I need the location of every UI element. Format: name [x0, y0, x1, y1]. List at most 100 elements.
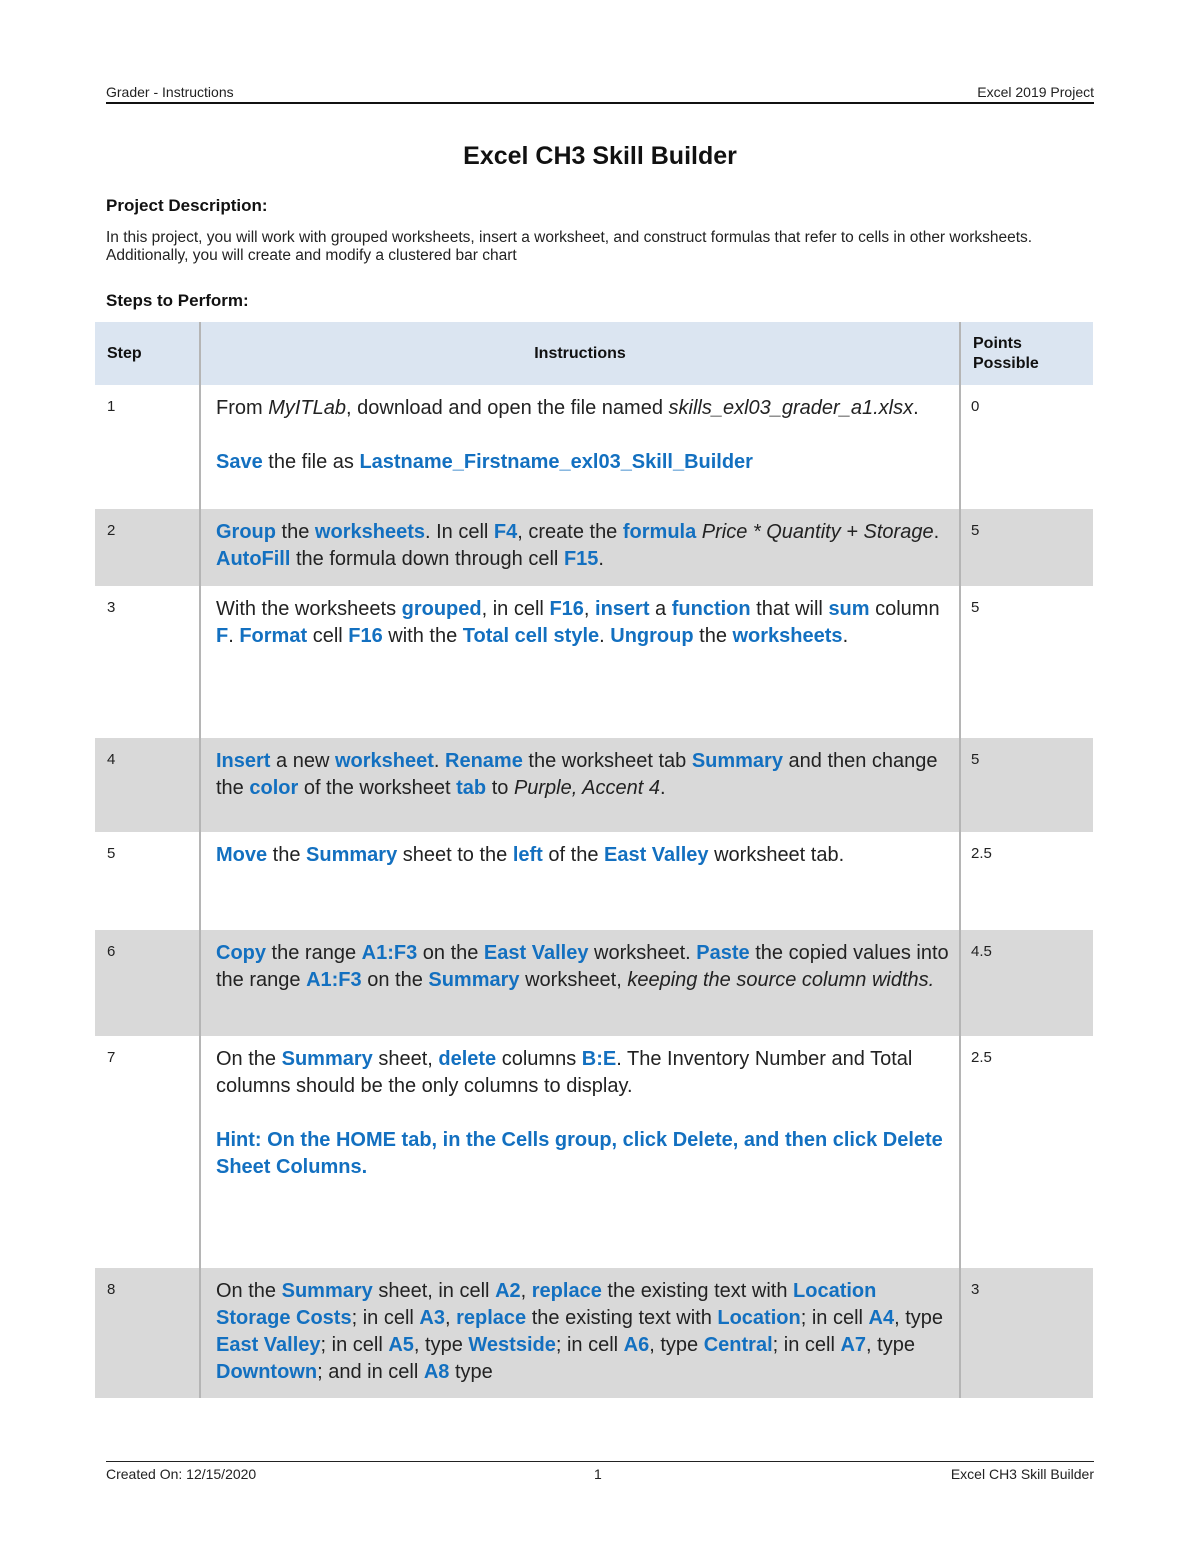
header-right-text: Excel 2019 Project	[977, 84, 1094, 100]
footer-page-number: 1	[594, 1466, 602, 1482]
highlighted-term: Insert	[216, 750, 271, 772]
footer-rule	[106, 1461, 1094, 1462]
instruction-text: ; in cell	[800, 1307, 869, 1329]
instruction-text: On the	[216, 1048, 282, 1070]
highlighted-term: Lastname_Firstname_exl03_Skill_Builder	[359, 451, 753, 473]
step-number: 5	[107, 845, 116, 862]
points-possible: 4.5	[971, 943, 992, 960]
points-possible: 5	[971, 522, 980, 539]
highlighted-term: sum	[828, 598, 870, 620]
instruction-text: ,	[444, 1307, 457, 1329]
page-footer: Created On: 12/15/2020 1 Excel CH3 Skill…	[106, 1466, 1094, 1486]
column-header-points-line2: Possible	[973, 354, 1039, 372]
steps-table: Step Instructions Points Possible 1 From …	[95, 322, 1093, 1398]
project-description-heading: Project Description:	[106, 196, 268, 215]
instruction-text: of the worksheet	[298, 777, 457, 799]
italic-text: MyITLab	[268, 397, 347, 419]
highlighted-term: East Valley	[604, 844, 709, 866]
instruction-paragraph: Hint: On the HOME tab, in the Cells grou…	[216, 1127, 949, 1181]
highlighted-term: A1:F3	[361, 942, 418, 964]
instruction-paragraph: Copy the range A1:F3 on the East Valley …	[216, 940, 949, 994]
points-possible: 5	[971, 751, 980, 768]
instruction-text: the formula down through cell	[290, 548, 564, 570]
instruction-text: , type	[866, 1334, 915, 1356]
instruction-paragraph: Insert a new worksheet. Rename the works…	[216, 748, 949, 802]
step-instructions: Copy the range A1:F3 on the East Valley …	[199, 930, 961, 1036]
points-possible: 2.5	[971, 1049, 992, 1066]
instruction-text: ; in cell	[555, 1334, 624, 1356]
header-rule	[106, 102, 1094, 104]
instruction-paragraph: Group the worksheets. In cell F4, create…	[216, 519, 949, 573]
points-possible: 0	[971, 398, 980, 415]
table-row: 3 With the worksheets grouped, in cell F1…	[95, 586, 1093, 738]
column-header-points-line1: Points	[973, 334, 1022, 352]
highlighted-term: worksheet	[334, 750, 434, 772]
instruction-text: , type	[894, 1307, 944, 1329]
instruction-text: on the	[361, 969, 429, 991]
instruction-text: the existing text with	[601, 1280, 794, 1302]
footer-doc-name: Excel CH3 Skill Builder	[950, 1466, 1094, 1482]
highlighted-term: Ungroup	[610, 625, 694, 647]
highlighted-term: Move	[216, 844, 268, 866]
highlighted-term: Format	[239, 625, 308, 647]
instruction-text: the file as	[262, 451, 360, 473]
italic-text: keeping the source column widths.	[627, 969, 935, 991]
italic-text: Purple, Accent 4	[513, 777, 660, 799]
step-instructions: On the Summary sheet, in cell A2, replac…	[199, 1268, 961, 1398]
instruction-text: the	[267, 844, 307, 866]
instruction-text: ,	[520, 1280, 532, 1302]
instruction-paragraph: From MyITLab, download and open the file…	[216, 395, 949, 422]
step-number: 7	[107, 1049, 116, 1066]
instruction-text: .	[228, 625, 240, 647]
highlighted-term: A3	[419, 1307, 445, 1329]
highlighted-term: tab	[456, 777, 487, 799]
instruction-text: sheet, in cell	[372, 1280, 496, 1302]
instruction-text: with the	[382, 625, 463, 647]
step-number: 4	[107, 751, 116, 768]
instruction-paragraph: Save the file as Lastname_Firstname_exl0…	[216, 449, 949, 476]
step-instructions: Move the Summary sheet to the left of th…	[199, 832, 961, 930]
instruction-text: , download and open the file named	[346, 397, 669, 419]
instruction-text: to	[486, 777, 514, 799]
highlighted-term: F15	[563, 548, 599, 570]
highlighted-term: AutoFill	[216, 548, 291, 570]
table-row: 6 Copy the range A1:F3 on the East Valley…	[95, 930, 1093, 1036]
italic-text: skills_exl03_grader_a1.xlsx	[668, 397, 914, 419]
instruction-text: of the	[542, 844, 604, 866]
highlighted-term: Summary	[691, 750, 783, 772]
instruction-text: a new	[270, 750, 335, 772]
instruction-text: type	[449, 1361, 493, 1383]
highlighted-term: delete	[438, 1048, 497, 1070]
highlighted-term: Summary	[428, 969, 520, 991]
instruction-text: On the	[216, 1280, 282, 1302]
highlighted-term: East Valley	[483, 942, 589, 964]
highlighted-term: Hint: On the HOME tab, in the Cells grou…	[216, 1129, 943, 1178]
highlighted-term: F16	[549, 598, 584, 620]
highlighted-term: Summary	[281, 1048, 373, 1070]
instruction-text: .	[659, 777, 666, 799]
instruction-paragraph: Move the Summary sheet to the left of th…	[216, 842, 949, 869]
step-number: 2	[107, 522, 116, 539]
highlighted-term: Downtown	[216, 1361, 318, 1383]
column-header-step: Step	[107, 344, 142, 362]
document-title: Excel CH3 Skill Builder	[463, 142, 737, 170]
highlighted-term: function	[671, 598, 751, 620]
instruction-text: worksheet.	[588, 942, 697, 964]
instruction-text: cell	[307, 625, 349, 647]
instruction-text: ; and in cell	[317, 1361, 424, 1383]
instruction-text: ,	[583, 598, 596, 620]
highlighted-term: Location	[717, 1307, 801, 1329]
instruction-text: .	[933, 521, 940, 543]
instruction-text: , type	[413, 1334, 469, 1356]
italic-text: Price * Quantity + Storage	[701, 521, 934, 543]
instruction-text: worksheet tab.	[708, 844, 845, 866]
highlighted-term: A2	[495, 1280, 521, 1302]
highlighted-term: B:E	[581, 1048, 617, 1070]
instruction-text: .	[599, 625, 611, 647]
instruction-text: ; in cell	[772, 1334, 841, 1356]
instruction-text: With the worksheets	[216, 598, 402, 620]
header-left-text: Grader - Instructions	[106, 84, 234, 100]
highlighted-term: Group	[216, 521, 276, 543]
table-row: 1 From MyITLab, download and open the fil…	[95, 385, 1093, 509]
instruction-text: ; in cell	[320, 1334, 389, 1356]
